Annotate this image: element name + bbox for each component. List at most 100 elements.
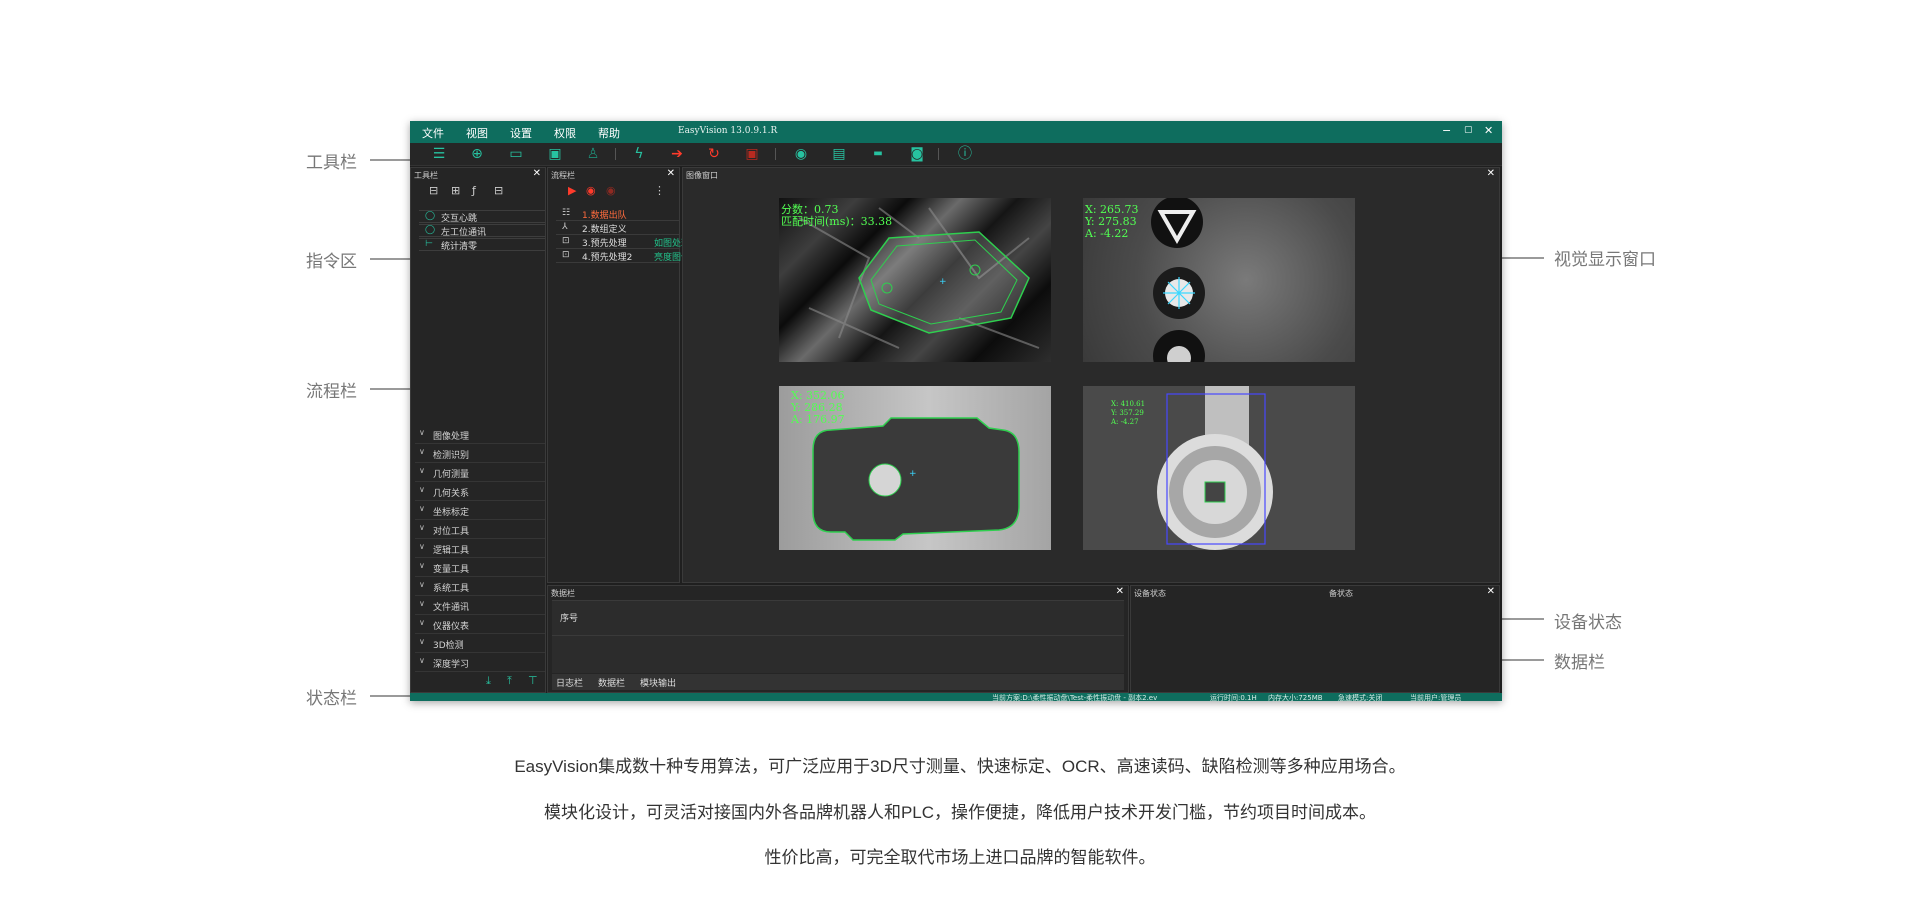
flow-item[interactable]: ⊡ 4.预先处理2 亮度图像 bbox=[556, 250, 690, 263]
callout-device-status: 设备状态 bbox=[1554, 613, 1622, 633]
tool-panel-close-icon[interactable]: ✕ bbox=[533, 168, 541, 179]
category-item[interactable]: ∨ 逻辑工具 bbox=[415, 539, 545, 558]
camera-image-1[interactable]: + 分数：0.73 匹配时间(ms)：33.38 bbox=[779, 198, 1051, 362]
category-label: 文件通讯 bbox=[433, 603, 470, 613]
chevron-down-icon: ∨ bbox=[419, 523, 425, 532]
command-item[interactable]: ⊢ 统计清零 bbox=[419, 238, 545, 252]
tab-log[interactable]: 日志栏 bbox=[556, 676, 583, 689]
close-icon[interactable]: ✕ bbox=[1484, 124, 1493, 137]
tool-group-icon[interactable]: ⊟ bbox=[429, 184, 438, 197]
column-header-index: 序号 bbox=[560, 614, 579, 624]
flow-panel-title: 流程栏 bbox=[551, 171, 575, 180]
collapse-all-icon[interactable]: ⊤ bbox=[528, 674, 538, 687]
camera-image-3[interactable]: + X: 352.06 Y: 286.28 A: 176.97 bbox=[779, 386, 1051, 550]
category-item[interactable]: ∨ 图像处理 bbox=[415, 425, 545, 444]
status-run-time: 运行时间:0.1H bbox=[1210, 694, 1257, 701]
callout-command-area: 指令区 bbox=[306, 252, 357, 272]
image-window-close-icon[interactable]: ✕ bbox=[1487, 168, 1495, 179]
device-status-close-icon[interactable]: ✕ bbox=[1487, 586, 1495, 597]
tree-icon: ⊢ bbox=[425, 239, 433, 249]
device-status-subtitle: 备状态 bbox=[1329, 589, 1353, 598]
menu-view[interactable]: 视图 bbox=[466, 125, 488, 141]
category-label: 3D检测 bbox=[433, 641, 464, 651]
category-label: 变量工具 bbox=[433, 565, 470, 575]
statusbar: 当前方案:D:\柔性振动盘\Test-柔性振动盘 - 副本2.ev 运行时间:0… bbox=[410, 693, 1502, 701]
menu-file[interactable]: 文件 bbox=[422, 125, 444, 141]
loop-icon[interactable]: ↻ bbox=[705, 145, 723, 163]
category-item[interactable]: ∨ 坐标标定 bbox=[415, 501, 545, 520]
category-item[interactable]: ∨ 文件通讯 bbox=[415, 596, 545, 615]
run-arrow-icon[interactable]: ➔ bbox=[668, 145, 686, 163]
command-label: 左工位通讯 bbox=[441, 228, 487, 238]
tool-add-icon[interactable]: ⊞ bbox=[451, 184, 460, 197]
category-item[interactable]: ∨ 检测识别 bbox=[415, 444, 545, 463]
new-file-icon[interactable]: ⊕ bbox=[468, 145, 486, 163]
circle-icon: ◯ bbox=[425, 211, 436, 221]
command-item[interactable]: ◯ 左工位通讯 bbox=[419, 224, 545, 238]
circle-icon: ◯ bbox=[425, 225, 436, 235]
svg-text:+: + bbox=[909, 469, 917, 479]
chevron-down-icon: ∨ bbox=[419, 428, 425, 437]
flow-label: 4.预先处理2 bbox=[582, 253, 633, 263]
module-icon[interactable]: ◙ bbox=[908, 145, 926, 163]
flow-panel-close-icon[interactable]: ✕ bbox=[667, 168, 675, 179]
expand-all-icon[interactable]: ⤓ bbox=[486, 674, 491, 688]
camera-image-4[interactable]: X: 410.61 Y: 357.29 A: -4.27 bbox=[1083, 386, 1355, 550]
tool-func-icon[interactable]: ƒ bbox=[472, 184, 476, 197]
minimize-icon[interactable]: − bbox=[1442, 124, 1451, 137]
save-icon[interactable]: ▣ bbox=[546, 145, 564, 163]
process-icon: ⊡ bbox=[562, 250, 570, 260]
menu-settings[interactable]: 设置 bbox=[510, 125, 532, 141]
camera-icon[interactable]: ◉ bbox=[792, 145, 810, 163]
tool-edit-icon[interactable]: ⊟ bbox=[494, 184, 503, 197]
category-item[interactable]: ∨ 仪器仪表 bbox=[415, 615, 545, 634]
status-current-user: 当前用户:管理员 bbox=[1410, 694, 1462, 701]
flash-icon[interactable]: ϟ bbox=[630, 145, 648, 163]
status-memory: 内存大小:725MB bbox=[1268, 694, 1323, 701]
category-item[interactable]: ∨ 3D检测 bbox=[415, 634, 545, 653]
category-item[interactable]: ∨ 几何测量 bbox=[415, 463, 545, 482]
app-window: 文件 视图 设置 权限 帮助 EasyVision 13.0.9.1.R − ▢… bbox=[410, 121, 1502, 701]
menu-permissions[interactable]: 权限 bbox=[554, 125, 576, 141]
stop-circle-icon[interactable]: ◉ bbox=[606, 184, 616, 197]
calibrate-icon[interactable]: ▤ bbox=[830, 145, 848, 163]
category-item[interactable]: ∨ 变量工具 bbox=[415, 558, 545, 577]
chevron-down-icon: ∨ bbox=[419, 656, 425, 665]
more-icon[interactable]: ⋮ bbox=[654, 184, 665, 197]
image-4-x: X: 410.61 bbox=[1111, 400, 1146, 408]
category-item[interactable]: ∨ 对位工具 bbox=[415, 520, 545, 539]
category-item[interactable]: ∨ 深度学习 bbox=[415, 653, 545, 672]
flow-label: 1.数据出队 bbox=[582, 211, 627, 221]
play-icon[interactable]: ▶ bbox=[568, 184, 576, 197]
tab-module-output[interactable]: 模块输出 bbox=[640, 676, 676, 689]
menu-help[interactable]: 帮助 bbox=[598, 125, 620, 141]
description-line-1: EasyVision集成数十种专用算法，可广泛应用于3D尺寸测量、快速标定、OC… bbox=[514, 757, 1406, 776]
flow-label: 3.预先处理 bbox=[582, 239, 627, 249]
barcode-icon[interactable]: ▬ bbox=[869, 145, 887, 163]
user-icon[interactable]: ♙ bbox=[584, 145, 602, 163]
flow-item[interactable]: ⅄ 2.数组定义 bbox=[556, 222, 680, 235]
queue-icon: ☷ bbox=[562, 208, 571, 218]
run-once-icon[interactable]: ◉ bbox=[586, 184, 596, 197]
tab-data[interactable]: 数据栏 bbox=[598, 676, 625, 689]
list-icon[interactable]: ☰ bbox=[430, 145, 448, 163]
callout-data-bar: 数据栏 bbox=[1554, 653, 1605, 673]
flow-label: 2.数组定义 bbox=[582, 225, 627, 235]
stop-icon[interactable]: ▣ bbox=[743, 145, 761, 163]
move-up-icon[interactable]: ⤒ bbox=[507, 674, 512, 688]
command-item[interactable]: ◯ 交互心跳 bbox=[419, 210, 545, 224]
flow-item[interactable]: ⊡ 3.预先处理 如图处理 bbox=[556, 236, 690, 249]
process-icon: ⊡ bbox=[562, 236, 570, 246]
image-3-a: A: 176.97 bbox=[791, 413, 845, 426]
image-window-title: 图像窗口 bbox=[686, 171, 718, 180]
category-item[interactable]: ∨ 几何关系 bbox=[415, 482, 545, 501]
camera-image-2[interactable]: X: 265.73 Y: 275.83 A: -4.22 bbox=[1083, 198, 1355, 362]
open-folder-icon[interactable]: ▭ bbox=[507, 145, 525, 163]
flow-item[interactable]: ☷ 1.数据出队 bbox=[556, 208, 680, 221]
info-icon[interactable]: ⓘ bbox=[956, 145, 974, 163]
flow-panel: 流程栏 ✕ ▶ ◉ ◉ ⋮ ☷ 1.数据出队 ⅄ 2.数组定义 ⊡ 3.预先处理… bbox=[547, 167, 690, 583]
chevron-down-icon: ∨ bbox=[419, 447, 425, 456]
data-panel-close-icon[interactable]: ✕ bbox=[1116, 586, 1124, 597]
restore-icon[interactable]: ▢ bbox=[1464, 125, 1473, 135]
category-item[interactable]: ∨ 系统工具 bbox=[415, 577, 545, 596]
